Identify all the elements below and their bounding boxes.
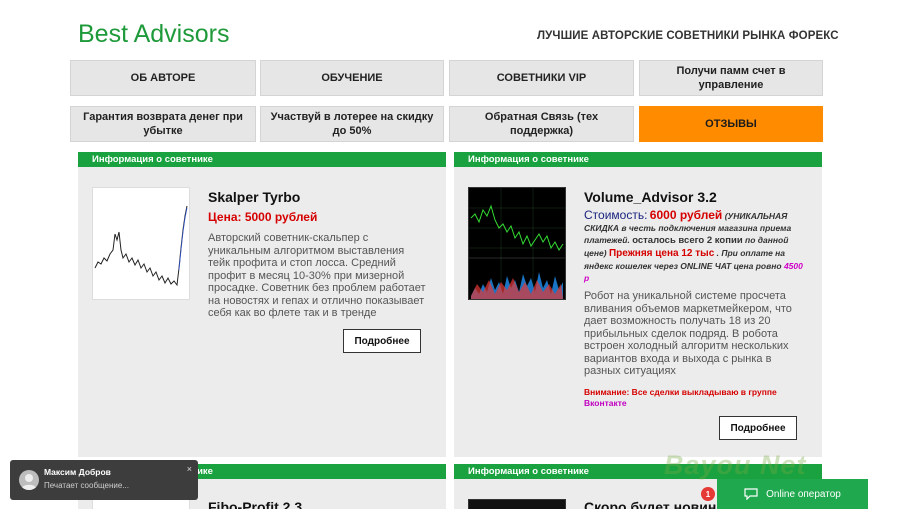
advisor-card-volume: Информация о советнике Volume_Advisor 3.… — [454, 152, 822, 457]
unread-badge: 1 — [701, 487, 715, 501]
promo-copies-left: осталось всего 2 копии — [632, 235, 743, 246]
advisor-price: Цена: 5000 рублей — [208, 210, 318, 224]
chat-notification[interactable]: Максим Добров Печатает сообщение... × — [10, 460, 198, 500]
advisor-description: Робот на уникальной системе просчета вли… — [584, 290, 792, 377]
more-details-button[interactable]: Подробнее — [343, 329, 421, 353]
chat-bubble-icon — [744, 488, 758, 500]
card-header: Информация о советнике — [78, 152, 446, 167]
nav-training[interactable]: ОБУЧЕНИЕ — [260, 60, 444, 96]
site-tagline: ЛУЧШИЕ АВТОРСКИЕ СОВЕТНИКИ РЫНКА ФОРЕКС — [537, 30, 839, 42]
nav-money-back[interactable]: Гарантия возврата денег при убытке — [70, 106, 256, 142]
online-operator-button[interactable]: Online оператор — [717, 479, 868, 509]
price-label: Стоимость: — [584, 208, 648, 222]
vk-link[interactable]: Вконтакте — [584, 398, 627, 408]
card-header: Информация о советнике — [454, 152, 822, 167]
chat-typing-status: Печатает сообщение... — [44, 481, 129, 490]
advisor-chart-thumbnail[interactable] — [468, 187, 566, 300]
watermark-logo: Bayou Net — [664, 450, 807, 480]
advisor-description: Авторский советник-скальпер с уникальным… — [208, 232, 426, 319]
advisor-title[interactable]: Fibo-Profit 2.3 — [208, 499, 302, 509]
advisor-card-skalper: Информация о советнике Skalper Tyrbo Цен… — [78, 152, 446, 457]
advisor-title[interactable]: Skalper Tyrbo — [208, 189, 300, 205]
old-price: Прежняя цена 12 тыс — [608, 248, 715, 259]
site-logo[interactable]: Best Advisors — [78, 20, 229, 49]
nav-reviews[interactable]: ОТЗЫВЫ — [639, 106, 823, 142]
advisor-chart-thumbnail[interactable] — [92, 187, 190, 300]
nav-lottery[interactable]: Участвуй в лотерее на скидку до 50% — [260, 106, 444, 142]
advisor-chart-thumbnail[interactable] — [92, 499, 190, 509]
advisor-title[interactable]: Volume_Advisor 3.2 — [584, 189, 717, 205]
close-icon[interactable]: × — [187, 464, 192, 474]
warning-text: Внимание: Все сделки выкладываю в группе — [584, 387, 777, 397]
price-value: 6000 рублей — [649, 208, 723, 222]
nav-pamm-account[interactable]: Получи памм счет в управление — [639, 60, 823, 96]
advisor-chart-thumbnail[interactable] — [468, 499, 566, 509]
chat-agent-name: Максим Добров — [44, 467, 111, 477]
online-operator-label: Online оператор — [766, 488, 841, 500]
more-details-button[interactable]: Подробнее — [719, 416, 797, 440]
nav-support[interactable]: Обратная Связь (тех поддержка) — [449, 106, 634, 142]
advisor-price-promo: Стоимость: 6000 рублей (УНИКАЛЬНАЯ СКИДК… — [584, 209, 804, 284]
nav-vip-advisors[interactable]: СОВЕТНИКИ VIP — [449, 60, 634, 96]
nav-about-author[interactable]: ОБ АВТОРЕ — [70, 60, 256, 96]
user-icon — [21, 474, 37, 490]
warning-note: Внимание: Все сделки выкладываю в группе… — [584, 387, 784, 409]
avatar — [19, 470, 39, 490]
